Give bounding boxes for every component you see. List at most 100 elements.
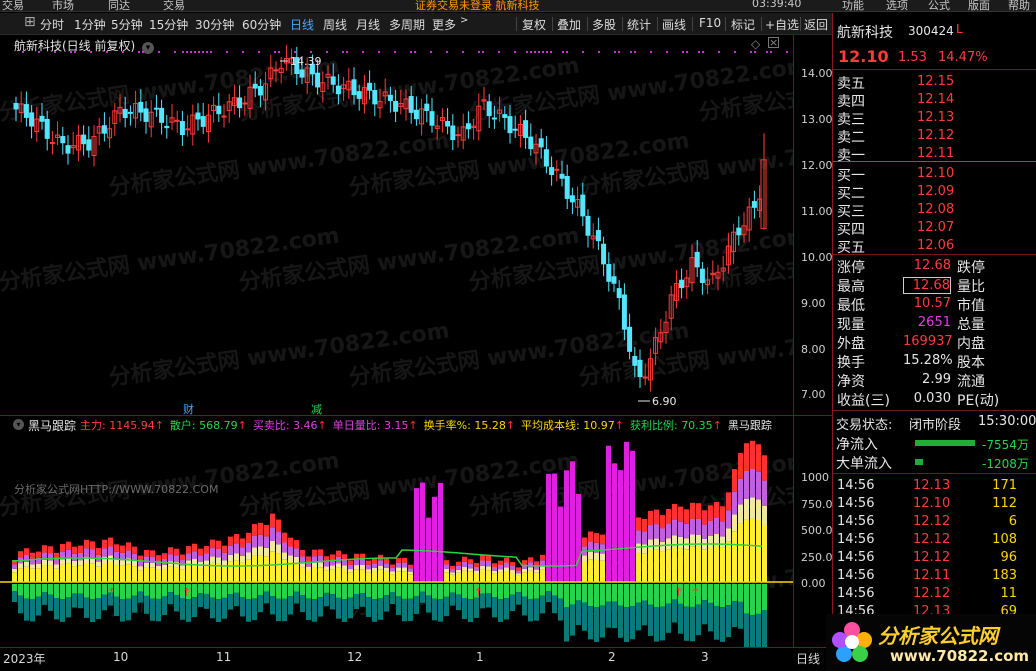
negative-bar: [186, 599, 191, 622]
indicator-value-number: 3.46: [293, 419, 318, 432]
indicator-bar: [408, 564, 413, 569]
orderbook-price[interactable]: 12.11: [917, 146, 954, 161]
chevron-right-icon[interactable]: >: [460, 15, 468, 26]
menu-help[interactable]: 帮助: [1008, 0, 1030, 11]
tab-60min[interactable]: 60分钟: [242, 16, 281, 33]
tab-multi-period[interactable]: 多周期: [389, 16, 425, 33]
indicator-bar: [510, 570, 515, 574]
candle-body: [601, 243, 607, 265]
negative-bar: [570, 584, 575, 605]
indicator-bar: [654, 509, 659, 525]
signal-dot: [634, 51, 636, 53]
stat-label-2: PE(动): [957, 393, 1000, 409]
indicator-bar: [84, 548, 89, 557]
orderbook-price[interactable]: 12.13: [917, 110, 954, 125]
menu-layout[interactable]: 版面: [968, 0, 990, 11]
negative-bar: [372, 599, 377, 622]
signal-dot: [566, 51, 568, 53]
indicator-bar: [738, 523, 743, 582]
multi-stock-button[interactable]: 多股: [592, 16, 616, 33]
indicator-watermark: 分析家公式网HTTP://WWW.70822.COM: [14, 482, 218, 496]
candle-body: [549, 167, 555, 175]
negative-bar: [252, 584, 257, 599]
orderbook-price[interactable]: 12.10: [917, 166, 954, 181]
stock-flag: L: [956, 22, 963, 36]
adjust-button[interactable]: 复权: [522, 16, 546, 33]
indicator-name[interactable]: 黑马跟踪: [28, 417, 76, 434]
orderbook-level-label: 卖二: [837, 130, 865, 146]
negative-bar: [726, 605, 731, 638]
tab-15min[interactable]: 15分钟: [149, 16, 188, 33]
negative-bar: [84, 597, 89, 618]
add-watchlist-button[interactable]: +自选: [765, 16, 799, 33]
indicator-bar: [462, 570, 467, 582]
clock: 03:39:40: [752, 0, 802, 10]
signal-dot: [534, 51, 536, 53]
menu-trade[interactable]: 交易: [2, 0, 24, 11]
tab-1min[interactable]: 1分钟: [74, 16, 106, 33]
tab-weekly[interactable]: 周线: [323, 16, 347, 33]
tab-30min[interactable]: 30分钟: [195, 16, 234, 33]
negative-bar: [366, 597, 371, 617]
stats-button[interactable]: 统计: [627, 16, 651, 33]
orderbook-price[interactable]: 12.08: [917, 202, 954, 217]
candle-body: [450, 125, 456, 141]
signal-dot: [274, 51, 276, 53]
indicator-bar: [198, 555, 203, 562]
signal-dot: [310, 51, 312, 53]
overlay-button[interactable]: 叠加: [557, 16, 581, 33]
orderbook-price[interactable]: 12.15: [917, 74, 954, 89]
tab-daily[interactable]: 日线: [290, 16, 314, 33]
orderbook-price[interactable]: 12.09: [917, 184, 954, 199]
up-arrow-icon: ↑: [237, 419, 247, 432]
indicator-value: 主力: 1145.94↑: [80, 419, 164, 432]
menu-function[interactable]: 功能: [842, 0, 864, 11]
menu-options[interactable]: 选项: [886, 0, 908, 11]
signal-dot: [538, 51, 540, 53]
chevron-down-icon[interactable]: ▾: [13, 419, 24, 430]
event-finance-marker[interactable]: 财: [183, 402, 194, 416]
main-chart-canvas[interactable]: 分析家公式网 www.70822.com分析家公式网 www.70822.com…: [0, 35, 793, 647]
orderbook-price[interactable]: 12.14: [917, 92, 954, 107]
tab-more[interactable]: 更多: [432, 16, 456, 33]
signal-dot: [346, 51, 348, 53]
orderbook-price[interactable]: 12.12: [917, 128, 954, 143]
indicator-bar: [306, 556, 311, 562]
negative-bar: [714, 606, 719, 640]
mark-button[interactable]: 标记: [731, 16, 755, 33]
candle-body: [122, 108, 128, 119]
negative-bar: [150, 598, 155, 621]
indicator-bar: [588, 551, 593, 560]
indicator-bar: [636, 543, 641, 553]
menu-tongda[interactable]: 同达: [108, 0, 130, 11]
candle-body: [507, 116, 513, 134]
indicator-bar: [186, 565, 191, 582]
draw-line-button[interactable]: 画线: [662, 16, 686, 33]
indicator-bar: [648, 510, 653, 526]
grid-icon[interactable]: ⊞: [24, 14, 36, 30]
tab-5min[interactable]: 5分钟: [111, 16, 143, 33]
candle-body: [86, 139, 92, 151]
tab-monthly[interactable]: 月线: [356, 16, 380, 33]
negative-bar: [144, 595, 149, 614]
negative-bar: [180, 598, 185, 620]
indicator-bar: [732, 469, 737, 492]
indicator-bar: [486, 566, 491, 571]
negative-bar: [552, 584, 557, 596]
negative-bar: [312, 584, 317, 600]
menu-trade2[interactable]: 交易: [163, 0, 185, 11]
candle-body: [528, 136, 534, 150]
negative-bar: [540, 584, 545, 596]
buy-arrow-icon: ↑: [674, 586, 683, 599]
indicator-bar: [144, 562, 149, 568]
indicator-bar: [36, 551, 41, 558]
f10-button[interactable]: F10: [699, 16, 721, 30]
indicator-bar: [78, 552, 83, 561]
menu-market[interactable]: 市场: [52, 0, 74, 11]
tab-intraday[interactable]: 分时: [40, 16, 64, 33]
menu-formula[interactable]: 公式: [928, 0, 950, 11]
orderbook-price[interactable]: 12.06: [917, 238, 954, 253]
back-button[interactable]: 返回: [804, 16, 828, 33]
orderbook-price[interactable]: 12.07: [917, 220, 954, 235]
indicator-bar: [180, 554, 185, 561]
